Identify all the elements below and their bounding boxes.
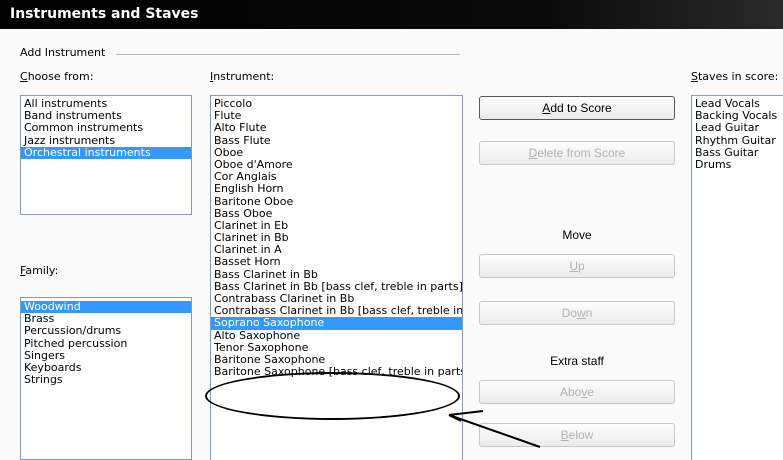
- family-item[interactable]: Percussion/drums: [21, 325, 191, 337]
- down-text-pre: Do: [561, 306, 577, 320]
- instrument-item[interactable]: Contrabass Clarinet in Bb [bass clef, tr…: [211, 305, 462, 317]
- below-text: elow: [568, 428, 594, 442]
- instrument-item[interactable]: Baritone Oboe: [211, 196, 462, 208]
- up-text: p: [577, 259, 585, 273]
- instrument-item[interactable]: Bass Clarinet in Bb [bass clef, treble i…: [211, 281, 462, 293]
- instrument-item[interactable]: Cor Anglais: [211, 171, 462, 183]
- move-label: Move: [562, 228, 592, 242]
- instrument-item[interactable]: Piccolo: [211, 98, 462, 110]
- pointer-arrow-icon: [448, 410, 541, 448]
- instrument-item[interactable]: Clarinet in Eb: [211, 220, 462, 232]
- instrument-item[interactable]: Oboe d'Amore: [211, 159, 462, 171]
- delete-from-score-button[interactable]: Delete from Score: [479, 141, 675, 165]
- instrument-item[interactable]: Bass Oboe: [211, 208, 462, 220]
- family-item[interactable]: Keyboards: [21, 362, 191, 374]
- instrument-item[interactable]: Clarinet in Bb: [211, 232, 462, 244]
- choose-from-label-text: hoose from:: [27, 70, 94, 83]
- staves-in-score-label: Staves in score:: [691, 70, 778, 83]
- above-text-pre: Abo: [559, 385, 582, 399]
- staff-item[interactable]: Rhythm Guitar: [692, 135, 783, 147]
- instrument-item[interactable]: Soprano Saxophone: [211, 317, 462, 330]
- down-button[interactable]: Down: [479, 301, 675, 325]
- staff-item[interactable]: Lead Guitar: [692, 122, 783, 134]
- staves-in-score-list[interactable]: Lead Vocals Backing Vocals Lead Guitar Rhyt…: [691, 95, 783, 460]
- family-label: Family:: [20, 264, 58, 277]
- instrument-label-text: nstrument:: [213, 70, 275, 83]
- family-item[interactable]: Woodwind: [21, 301, 191, 314]
- below-accel: B: [560, 428, 569, 442]
- down-text-post: n: [585, 306, 593, 320]
- instrument-item[interactable]: Bass Clarinet in Bb: [211, 269, 462, 281]
- choose-from-item[interactable]: Band instruments: [21, 110, 191, 122]
- instrument-item[interactable]: Contrabass Clarinet in Bb: [211, 293, 462, 305]
- window-title: Instruments and Staves: [0, 0, 783, 29]
- instrument-item[interactable]: Bass Flute: [211, 135, 462, 147]
- instrument-item[interactable]: Baritone Saxophone: [211, 354, 462, 366]
- down-accel: w: [576, 306, 586, 320]
- group-divider: [116, 54, 460, 55]
- extra-staff-label: Extra staff: [550, 354, 604, 368]
- instruments-dialog: Add Instrument Choose from: All instrume…: [0, 29, 783, 460]
- add-to-score-text: dd to Score: [550, 101, 612, 115]
- instrument-item[interactable]: Tenor Saxophone: [211, 342, 462, 354]
- staves-label-accel: S: [691, 70, 698, 83]
- family-item[interactable]: Brass: [21, 313, 191, 325]
- highlight-ellipse: [205, 372, 460, 420]
- instrument-label: Instrument:: [210, 70, 274, 83]
- instrument-item[interactable]: Alto Saxophone: [211, 330, 462, 342]
- choose-from-label: Choose from:: [20, 70, 93, 83]
- instrument-item[interactable]: Flute: [211, 110, 462, 122]
- staff-item[interactable]: Bass Guitar: [692, 147, 783, 159]
- staff-item[interactable]: Drums: [692, 159, 783, 171]
- instrument-item[interactable]: Basset Horn: [211, 256, 462, 268]
- staff-item[interactable]: Backing Vocals: [692, 110, 783, 122]
- family-label-text: amily:: [25, 264, 59, 277]
- choose-from-item[interactable]: Orchestral instruments: [21, 146, 191, 159]
- delete-from-score-text: elete from Score: [537, 146, 626, 160]
- above-button[interactable]: Above: [479, 380, 675, 404]
- choose-from-item[interactable]: Jazz instruments: [21, 135, 191, 147]
- staves-label-text: taves in score:: [697, 70, 779, 83]
- instrument-item[interactable]: Oboe: [211, 147, 462, 159]
- instrument-item[interactable]: English Horn: [211, 183, 462, 195]
- up-button[interactable]: Up: [479, 254, 675, 278]
- add-to-score-button[interactable]: Add to Score: [479, 96, 675, 120]
- choose-from-item[interactable]: Common instruments: [21, 122, 191, 134]
- up-accel: U: [569, 259, 578, 273]
- instrument-item[interactable]: Clarinet in A: [211, 244, 462, 256]
- family-list[interactable]: Woodwind Brass Percussion/drums Pitched per…: [20, 297, 192, 460]
- instrument-item[interactable]: Alto Flute: [211, 122, 462, 134]
- choose-from-list[interactable]: All instruments Band instruments Common in…: [20, 95, 192, 215]
- delete-from-score-accel: D: [528, 146, 538, 160]
- family-item[interactable]: Singers: [21, 350, 191, 362]
- above-text-post: e: [587, 385, 595, 399]
- family-item[interactable]: Pitched percussion: [21, 338, 191, 350]
- family-item[interactable]: Strings: [21, 374, 191, 386]
- choose-from-label-accel: C: [20, 70, 28, 83]
- choose-from-item[interactable]: All instruments: [21, 98, 191, 110]
- staff-item[interactable]: Lead Vocals: [692, 98, 783, 110]
- add-instrument-group-label: Add Instrument: [20, 46, 106, 59]
